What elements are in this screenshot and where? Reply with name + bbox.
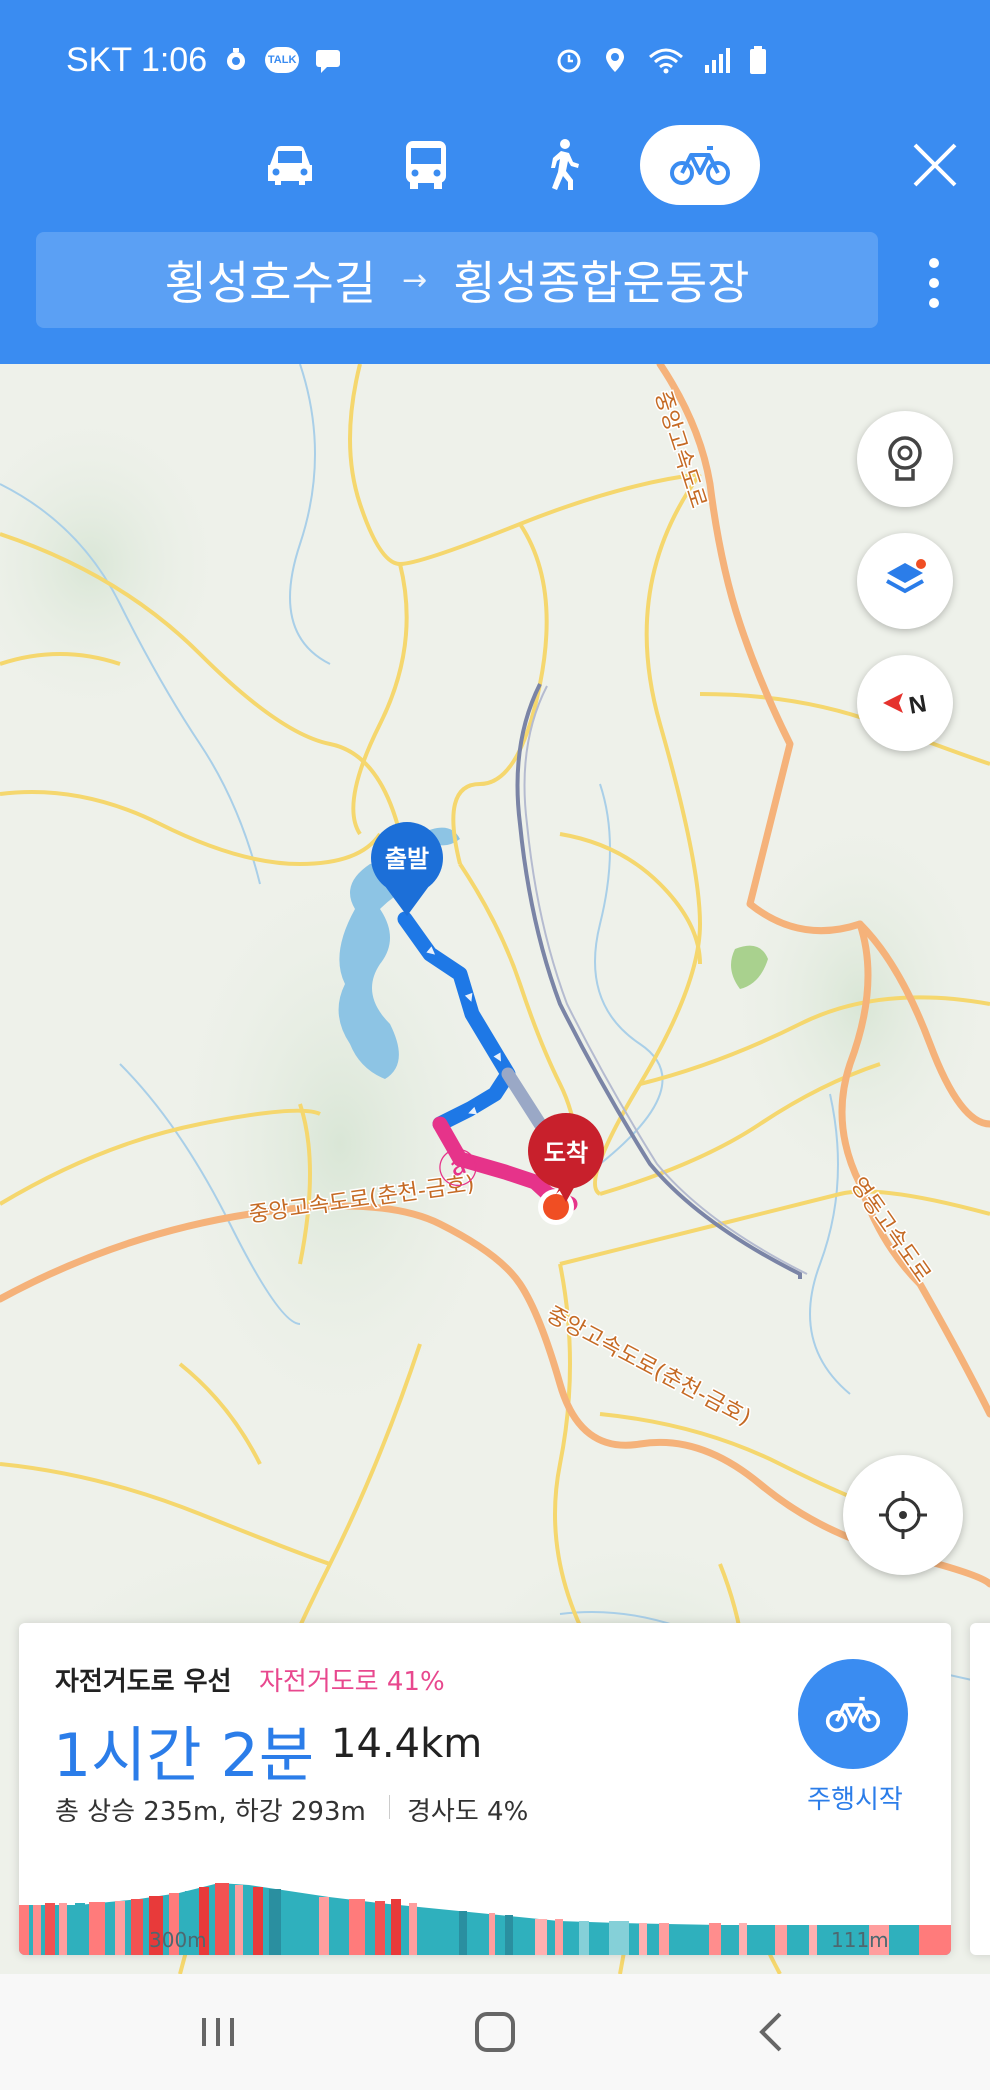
destination-name: 횡성종합운동장 bbox=[453, 256, 750, 310]
tab-car[interactable] bbox=[230, 125, 350, 205]
divider bbox=[389, 1795, 390, 1819]
next-route-card-peek[interactable] bbox=[970, 1623, 990, 1955]
elevation-profile: 300m 111m bbox=[19, 1883, 951, 1955]
route-arrow: → bbox=[402, 262, 428, 298]
transport-mode-tabs bbox=[0, 125, 990, 205]
battery-icon bbox=[750, 46, 766, 74]
route-duration: 1시간 2분 bbox=[53, 1721, 315, 1791]
kakaotalk-icon: TALK bbox=[265, 47, 300, 73]
street-view-button[interactable] bbox=[857, 411, 953, 507]
profile-min-label: 111m bbox=[831, 1928, 889, 1952]
start-marker-label: 출발 bbox=[385, 845, 429, 873]
svg-text:N: N bbox=[907, 690, 929, 720]
recent-apps-icon[interactable] bbox=[188, 2002, 248, 2062]
layers-button[interactable] bbox=[857, 533, 953, 629]
elevation-summary: 총 상승 235m, 하강 293m bbox=[55, 1797, 366, 1827]
bus-icon bbox=[406, 141, 446, 189]
signal-icon bbox=[705, 48, 730, 73]
tab-bicycle[interactable] bbox=[640, 125, 760, 205]
compass-icon: N bbox=[883, 690, 929, 720]
my-location-icon bbox=[879, 1491, 927, 1539]
tab-bus[interactable] bbox=[366, 125, 486, 205]
layers-icon bbox=[886, 559, 926, 594]
route-summary-box[interactable]: 횡성호수길 → 횡성종합운동장 bbox=[36, 232, 878, 328]
bicycle-icon bbox=[825, 1696, 881, 1733]
status-bar: SKT 1:06 TALK bbox=[66, 30, 930, 90]
route-distance: 14.4km bbox=[331, 1721, 483, 1767]
chat-bubble-icon bbox=[316, 50, 341, 73]
header: SKT 1:06 TALK 횡성호수길 → 횡성종합운동장 bbox=[0, 0, 990, 364]
more-options-icon[interactable] bbox=[920, 255, 948, 311]
system-nav-bar bbox=[0, 1974, 990, 2090]
tab-walk[interactable] bbox=[502, 125, 622, 205]
slope-summary: 경사도 4% bbox=[407, 1797, 529, 1827]
destination-marker-label: 도착 bbox=[544, 1139, 588, 1167]
route-card[interactable]: 자전거도로 우선 자전거도로 41% 1시간 2분 14.4km 총 상승 23… bbox=[19, 1623, 951, 1955]
location-pin-icon bbox=[227, 48, 246, 70]
car-icon bbox=[268, 146, 312, 185]
start-riding-label[interactable]: 주행시작 bbox=[780, 1779, 930, 1816]
bike-road-percentage: 자전거도로 41% bbox=[259, 1667, 445, 1697]
route-preference: 자전거도로 우선 bbox=[55, 1667, 232, 1697]
alarm-icon bbox=[557, 49, 581, 73]
profile-max-label: 300m bbox=[149, 1928, 207, 1952]
my-location-button[interactable] bbox=[843, 1455, 963, 1575]
origin-name: 횡성호수길 bbox=[164, 256, 377, 310]
bicycle-icon bbox=[670, 146, 730, 185]
walk-icon bbox=[551, 139, 579, 190]
compass-button[interactable]: N bbox=[857, 655, 953, 751]
wifi-icon bbox=[649, 48, 683, 74]
close-icon[interactable] bbox=[905, 135, 965, 195]
location-icon bbox=[606, 48, 624, 72]
back-icon[interactable] bbox=[742, 2002, 802, 2062]
home-icon[interactable] bbox=[465, 2002, 525, 2062]
carrier-time: SKT 1:06 bbox=[66, 40, 208, 79]
street-view-icon bbox=[888, 436, 922, 481]
start-riding-button[interactable] bbox=[798, 1659, 908, 1769]
